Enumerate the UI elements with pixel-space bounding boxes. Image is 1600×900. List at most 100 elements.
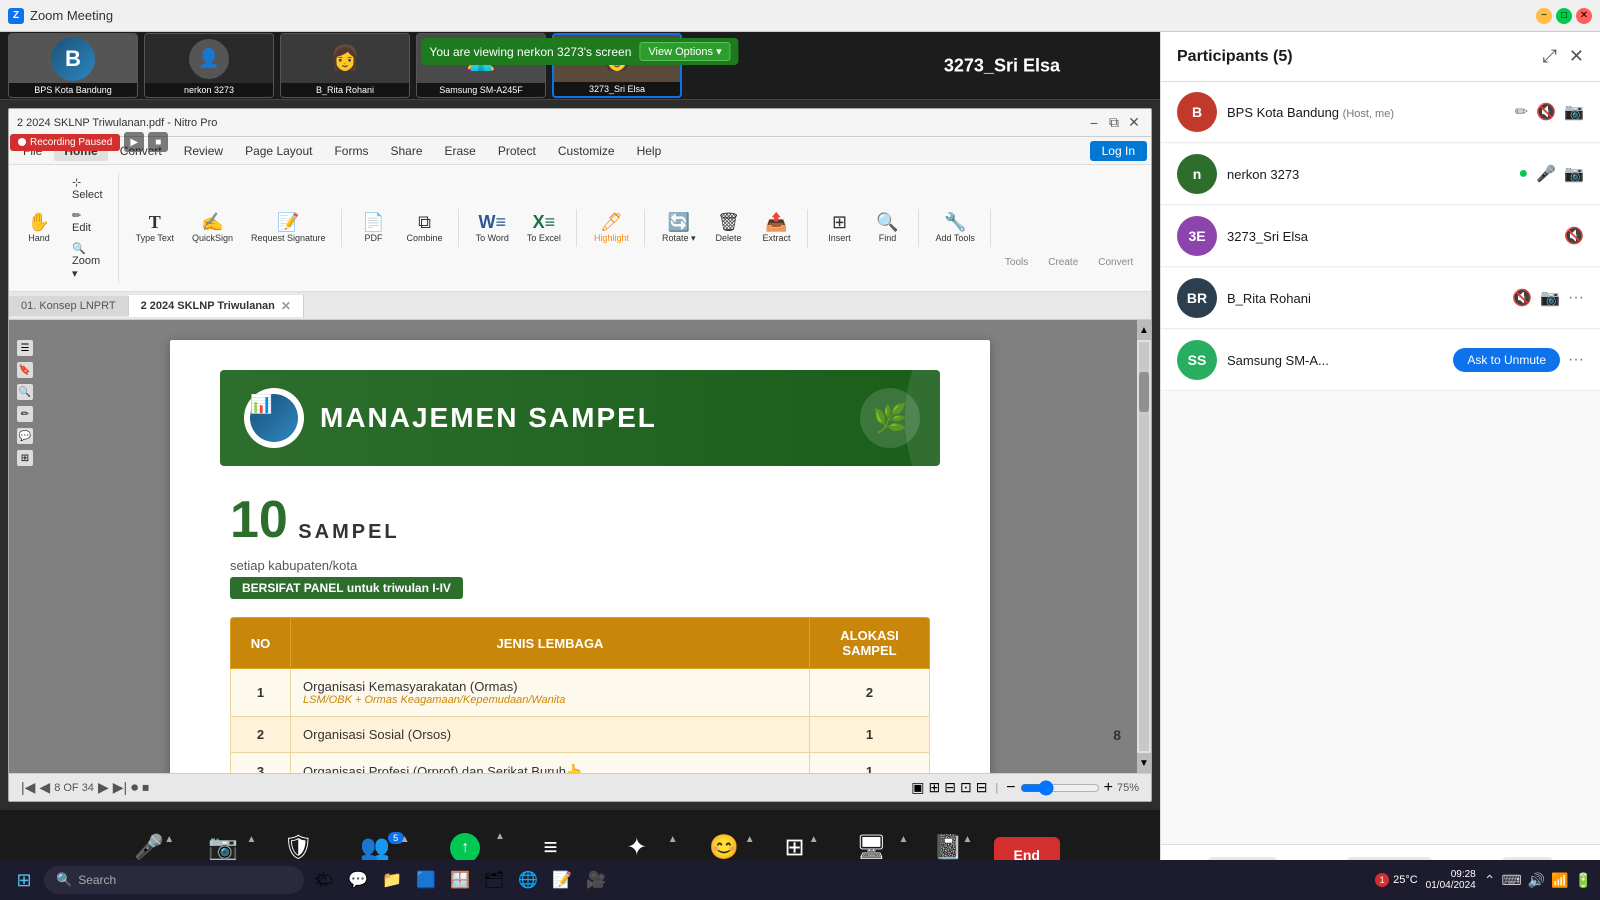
- minimize-button[interactable]: −: [1536, 8, 1552, 24]
- view-options-button[interactable]: View Options ▾: [639, 42, 730, 61]
- hand-tool-button[interactable]: ✋ Hand: [17, 209, 61, 247]
- thumb-nerkon[interactable]: 👤 nerkon 3273: [144, 33, 274, 98]
- start-button[interactable]: ⊞: [8, 864, 40, 896]
- doc-tab-2[interactable]: 2 2024 SKLNP Triwulanan ✕: [129, 295, 304, 317]
- quicksign-button[interactable]: ✍ QuickSign: [185, 209, 240, 247]
- scroll-up-button[interactable]: ▲: [1137, 320, 1151, 340]
- request-sig-button[interactable]: 📝 Request Signature: [244, 209, 333, 247]
- scroll-down-button[interactable]: ▼: [1137, 753, 1151, 773]
- menu-share[interactable]: Share: [380, 141, 432, 161]
- mic-nerkon[interactable]: 🎤: [1536, 164, 1556, 184]
- edit-tool-button[interactable]: ✏ Edit: [65, 206, 110, 237]
- share-screen-icon: ↑: [450, 833, 480, 863]
- menu-help[interactable]: Help: [627, 141, 672, 161]
- nitro-minimize-button[interactable]: −: [1085, 114, 1103, 132]
- zoom-in-button[interactable]: +: [1104, 779, 1113, 797]
- view-fit-button[interactable]: ⊡: [960, 779, 972, 796]
- taskbar-app-files[interactable]: 📁: [376, 864, 408, 896]
- insert-button[interactable]: ⊞ Insert: [818, 209, 862, 247]
- thumb-rita[interactable]: 👩 B_Rita Rohani: [280, 33, 410, 98]
- mute-elsa[interactable]: 🔇: [1564, 226, 1584, 246]
- page-last-button[interactable]: ▶|: [113, 779, 127, 796]
- zoom-slider[interactable]: [1020, 780, 1100, 796]
- thumb-bps[interactable]: B BPS Kota Bandung: [8, 33, 138, 98]
- type-text-button[interactable]: T Type Text: [129, 209, 181, 247]
- wifi-icon[interactable]: 📶: [1551, 872, 1568, 889]
- to-word-button[interactable]: W≡ To Word: [469, 209, 516, 247]
- doc-tab-1[interactable]: 01. Konsep LNPRT: [9, 296, 129, 316]
- extract-button[interactable]: 📤 Extract: [755, 209, 799, 247]
- pdf-scrollbar[interactable]: ▲ ▼: [1137, 320, 1151, 773]
- cam-ctrl-bps[interactable]: 📷: [1564, 102, 1584, 122]
- mic-ctrl-bps[interactable]: ✏: [1515, 102, 1528, 122]
- sidebar-icon-6[interactable]: ⊞: [17, 450, 33, 466]
- nitro-close-button[interactable]: ✕: [1125, 114, 1143, 132]
- ask-unmute-button[interactable]: Ask to Unmute: [1453, 348, 1560, 372]
- badge-suffix: untuk triwulan I-IV: [347, 581, 451, 595]
- volume-icon[interactable]: 🔊: [1528, 872, 1545, 889]
- to-excel-button[interactable]: X≡ To Excel: [520, 209, 568, 247]
- page-stop-button[interactable]: ⏹: [142, 779, 149, 796]
- taskbar-app-zoom[interactable]: 🎥: [580, 864, 612, 896]
- thumb-label-rita: B_Rita Rohani: [281, 83, 409, 97]
- view-fit2-button[interactable]: ⊟: [976, 779, 988, 796]
- battery-icon[interactable]: 🔋: [1575, 872, 1592, 889]
- expand-icon[interactable]: ⤢: [1543, 46, 1557, 67]
- menu-review[interactable]: Review: [174, 141, 233, 161]
- menu-customize[interactable]: Customize: [548, 141, 625, 161]
- view-single-button[interactable]: ▣: [911, 779, 924, 796]
- select-tool-button[interactable]: ⊹ Select: [65, 173, 110, 204]
- combine-button[interactable]: ⧉ Combine: [400, 209, 450, 247]
- delete-button[interactable]: 🗑 Delete: [707, 209, 751, 247]
- menu-forms[interactable]: Forms: [324, 141, 378, 161]
- zoom-out-button[interactable]: −: [1006, 779, 1015, 797]
- menu-pagelayout[interactable]: Page Layout: [235, 141, 322, 161]
- taskbar-app-windows[interactable]: 🪟: [444, 864, 476, 896]
- page-record-button[interactable]: ⏺: [131, 779, 138, 796]
- rec-stop-button[interactable]: ■: [148, 132, 168, 152]
- more-rita[interactable]: ···: [1568, 289, 1584, 307]
- login-button[interactable]: Log In: [1090, 141, 1147, 161]
- rotate-button[interactable]: 🔄 Rotate ▾: [655, 209, 703, 248]
- cam-rita[interactable]: 📷: [1540, 288, 1560, 308]
- menu-erase[interactable]: Erase: [435, 141, 486, 161]
- keyboard-icon[interactable]: ⌨: [1501, 872, 1521, 889]
- taskbar-search[interactable]: 🔍 Search: [44, 866, 304, 894]
- cam-nerkon[interactable]: 📷: [1564, 164, 1584, 184]
- menu-protect[interactable]: Protect: [488, 141, 546, 161]
- sidebar-icon-1[interactable]: ☰: [17, 340, 33, 356]
- page-first-button[interactable]: |◀: [21, 779, 35, 796]
- sidebar-icon-3[interactable]: 🔍: [17, 384, 33, 400]
- nitro-restore-button[interactable]: ⧉: [1105, 114, 1123, 132]
- add-tools-icon: 🔧: [944, 213, 966, 231]
- zoom-tool-button[interactable]: 🔍 Zoom ▾: [65, 239, 110, 283]
- page-prev-button[interactable]: ◀: [39, 779, 50, 796]
- page-next-button[interactable]: ▶: [98, 779, 109, 796]
- taskbar-app-edge[interactable]: 🌐: [512, 864, 544, 896]
- sidebar-icon-4[interactable]: ✏: [17, 406, 33, 422]
- view-four-button[interactable]: ⊟: [944, 779, 956, 796]
- mute-ctrl-bps[interactable]: 🔇: [1536, 102, 1556, 122]
- rec-play-button[interactable]: ▶: [124, 132, 144, 152]
- find-button[interactable]: 🔍 Find: [866, 209, 910, 247]
- pdf-button[interactable]: 📄 PDF: [352, 209, 396, 247]
- highlight-button[interactable]: 🖊 Highlight: [587, 209, 636, 247]
- taskbar-app-teams[interactable]: 💬: [342, 864, 374, 896]
- close-button[interactable]: ✕: [1576, 8, 1592, 24]
- maximize-button[interactable]: □: [1556, 8, 1572, 24]
- sidebar-icon-2[interactable]: 🔖: [17, 362, 33, 378]
- doc-tab-close-icon[interactable]: ✕: [281, 299, 291, 313]
- add-tools-button[interactable]: 🔧 Add Tools: [929, 209, 982, 247]
- view-two-button[interactable]: ⊞: [928, 779, 940, 796]
- close-participants-button[interactable]: ✕: [1569, 46, 1584, 67]
- taskbar-app-word[interactable]: 📝: [546, 864, 578, 896]
- taskbar-app-explorer[interactable]: 🗂: [478, 864, 510, 896]
- sidebar-icon-5[interactable]: 💬: [17, 428, 33, 444]
- mute-rita[interactable]: 🔇: [1512, 288, 1532, 308]
- scroll-track[interactable]: [1139, 342, 1149, 751]
- chevron-up-icon[interactable]: ⌃: [1484, 872, 1496, 889]
- more-samsung[interactable]: ···: [1568, 351, 1584, 369]
- taskbar-app-ms-teams[interactable]: 🟦: [410, 864, 442, 896]
- taskbar-app-widgets[interactable]: 🌤: [308, 864, 340, 896]
- scroll-thumb[interactable]: [1139, 372, 1149, 412]
